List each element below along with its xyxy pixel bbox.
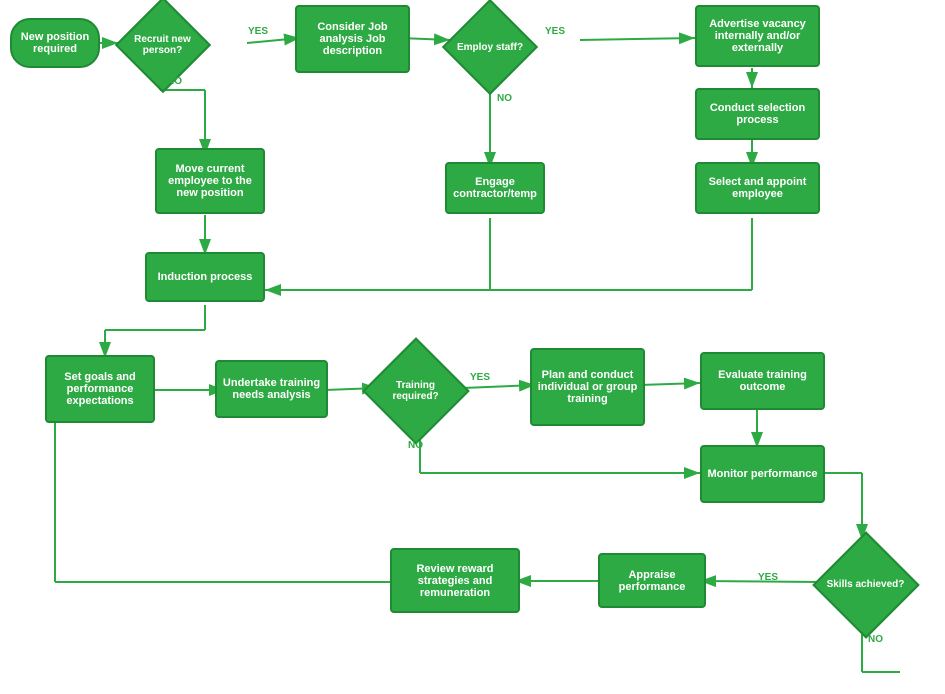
node-select-appoint: Select and appoint employee	[695, 162, 820, 214]
label-no1: NO	[167, 76, 182, 87]
label-yes2: YES	[545, 26, 565, 37]
node-training-required: Training required?	[368, 343, 463, 438]
node-employ-staff: Employ staff?	[445, 3, 535, 91]
label-no4: NO	[868, 634, 883, 645]
node-advertise: Advertise vacancy internally and/or exte…	[695, 5, 820, 67]
label-yes1: YES	[248, 26, 268, 37]
node-skills-achieved: Skills achieved?	[818, 537, 913, 632]
node-conduct-selection: Conduct selection process	[695, 88, 820, 140]
node-new-position: New position required	[10, 18, 100, 68]
node-set-goals: Set goals and performance expectations	[45, 355, 155, 423]
node-consider: Consider Job analysis Job description	[295, 5, 410, 73]
node-appraise: Appraise performance	[598, 553, 706, 608]
label-no3: NO	[408, 440, 423, 451]
flowchart: New position required Recruit new person…	[0, 0, 945, 694]
node-recruit: Recruit new person?	[115, 5, 210, 85]
node-engage-contractor: Engage contractor/temp	[445, 162, 545, 214]
node-induction: Induction process	[145, 252, 265, 302]
node-move-employee: Move current employee to the new positio…	[155, 148, 265, 214]
node-evaluate-training: Evaluate training outcome	[700, 352, 825, 410]
node-monitor-performance: Monitor performance	[700, 445, 825, 503]
label-no2: NO	[497, 93, 512, 104]
node-review-reward: Review reward strategies and remuneratio…	[390, 548, 520, 613]
label-yes3: YES	[470, 372, 490, 383]
node-plan-conduct: Plan and conduct individual or group tra…	[530, 348, 645, 426]
label-yes4: YES	[758, 572, 778, 583]
node-undertake-training: Undertake training needs analysis	[215, 360, 328, 418]
